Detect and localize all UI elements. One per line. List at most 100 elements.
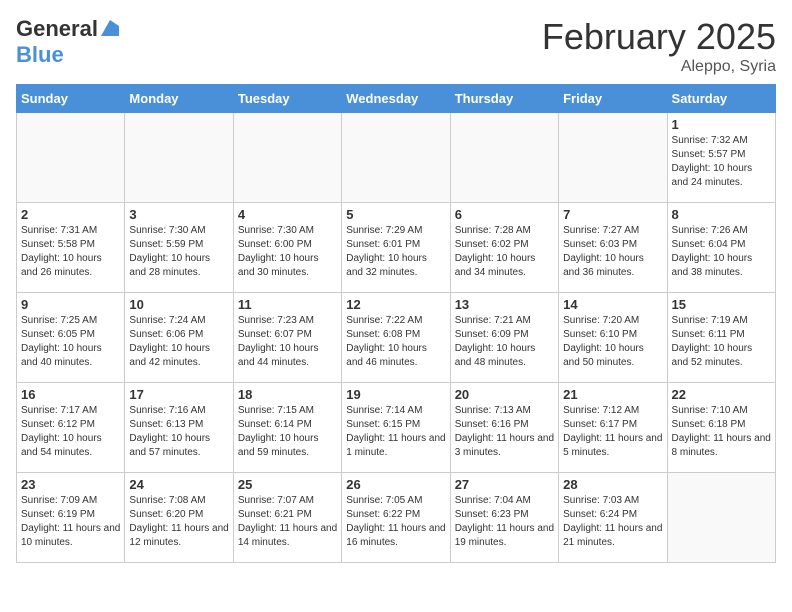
calendar-subtitle: Aleppo, Syria xyxy=(542,58,776,76)
day-info: Sunrise: 7:27 AM Sunset: 6:03 PM Dayligh… xyxy=(563,224,662,280)
logo-general-text: General xyxy=(16,16,98,42)
day-cell: 14 Sunrise: 7:20 AM Sunset: 6:10 PM Dayli… xyxy=(559,293,667,383)
day-cell: 18Sunrise: 7:15 AM Sunset: 6:14 PM Dayli… xyxy=(233,383,341,473)
column-header-wednesday: Wednesday xyxy=(342,85,450,113)
day-info: Sunrise: 7:13 AM Sunset: 6:16 PM Dayligh… xyxy=(455,404,554,460)
day-info: Sunrise: 7:17 AM Sunset: 6:12 PM Dayligh… xyxy=(21,404,120,460)
day-number: 2 xyxy=(21,207,120,222)
day-number: 8 xyxy=(672,207,771,222)
day-info: Sunrise: 7:31 AM Sunset: 5:58 PM Dayligh… xyxy=(21,224,120,280)
day-info: Sunrise: 7:09 AM Sunset: 6:19 PM Dayligh… xyxy=(21,494,120,550)
day-info: Sunrise: 7:07 AM Sunset: 6:21 PM Dayligh… xyxy=(238,494,337,550)
day-number: 6 xyxy=(455,207,554,222)
week-row-2: 2 Sunrise: 7:31 AM Sunset: 5:58 PM Daylig… xyxy=(17,203,776,293)
day-cell: 6 Sunrise: 7:28 AM Sunset: 6:02 PM Daylig… xyxy=(450,203,558,293)
day-cell: 22 Sunrise: 7:10 AM Sunset: 6:18 PM Dayli… xyxy=(667,383,775,473)
title-block: February 2025 Aleppo, Syria xyxy=(542,16,776,76)
day-cell xyxy=(342,113,450,203)
calendar-table: SundayMondayTuesdayWednesdayThursdayFrid… xyxy=(16,84,776,563)
day-info: Sunrise: 7:30 AM Sunset: 6:00 PM Dayligh… xyxy=(238,224,337,280)
day-cell: 2 Sunrise: 7:31 AM Sunset: 5:58 PM Daylig… xyxy=(17,203,125,293)
day-number: 25 xyxy=(238,477,337,492)
day-number: 3 xyxy=(129,207,228,222)
day-info: Sunrise: 7:14 AM Sunset: 6:15 PM Dayligh… xyxy=(346,404,445,460)
column-header-thursday: Thursday xyxy=(450,85,558,113)
logo-blue-text: Blue xyxy=(16,42,64,68)
day-cell: 8 Sunrise: 7:26 AM Sunset: 6:04 PM Daylig… xyxy=(667,203,775,293)
day-cell xyxy=(125,113,233,203)
day-number: 10 xyxy=(129,297,228,312)
day-cell: 19 Sunrise: 7:14 AM Sunset: 6:15 PM Dayli… xyxy=(342,383,450,473)
day-number: 27 xyxy=(455,477,554,492)
day-cell: 25 Sunrise: 7:07 AM Sunset: 6:21 PM Dayli… xyxy=(233,473,341,563)
day-info: Sunrise: 7:08 AM Sunset: 6:20 PM Dayligh… xyxy=(129,494,228,550)
day-cell: 26 Sunrise: 7:05 AM Sunset: 6:22 PM Dayli… xyxy=(342,473,450,563)
day-info: Sunrise: 7:26 AM Sunset: 6:04 PM Dayligh… xyxy=(672,224,771,280)
page-header: General Blue February 2025 Aleppo, Syria xyxy=(16,16,776,76)
day-number: 1 xyxy=(672,117,771,132)
day-cell: 15 Sunrise: 7:19 AM Sunset: 6:11 PM Dayli… xyxy=(667,293,775,383)
day-number: 11 xyxy=(238,297,337,312)
week-row-5: 23 Sunrise: 7:09 AM Sunset: 6:19 PM Dayli… xyxy=(17,473,776,563)
day-cell: 17 Sunrise: 7:16 AM Sunset: 6:13 PM Dayli… xyxy=(125,383,233,473)
logo-icon xyxy=(99,18,121,38)
day-number: 14 xyxy=(563,297,662,312)
day-info: Sunrise: 7:21 AM Sunset: 6:09 PM Dayligh… xyxy=(455,314,554,370)
day-cell: 9 Sunrise: 7:25 AM Sunset: 6:05 PM Daylig… xyxy=(17,293,125,383)
column-header-saturday: Saturday xyxy=(667,85,775,113)
day-number: 26 xyxy=(346,477,445,492)
day-info: Sunrise: 7:29 AM Sunset: 6:01 PM Dayligh… xyxy=(346,224,445,280)
day-info: Sunrise: 7:28 AM Sunset: 6:02 PM Dayligh… xyxy=(455,224,554,280)
day-cell xyxy=(17,113,125,203)
day-cell xyxy=(559,113,667,203)
day-number: 20 xyxy=(455,387,554,402)
column-header-sunday: Sunday xyxy=(17,85,125,113)
day-cell: 12Sunrise: 7:22 AM Sunset: 6:08 PM Dayli… xyxy=(342,293,450,383)
day-info: Sunrise: 7:16 AM Sunset: 6:13 PM Dayligh… xyxy=(129,404,228,460)
day-number: 24 xyxy=(129,477,228,492)
calendar-header-row: SundayMondayTuesdayWednesdayThursdayFrid… xyxy=(17,85,776,113)
day-cell: 27Sunrise: 7:04 AM Sunset: 6:23 PM Dayli… xyxy=(450,473,558,563)
day-info: Sunrise: 7:12 AM Sunset: 6:17 PM Dayligh… xyxy=(563,404,662,460)
week-row-1: 1 Sunrise: 7:32 AM Sunset: 5:57 PM Daylig… xyxy=(17,113,776,203)
day-number: 19 xyxy=(346,387,445,402)
column-header-tuesday: Tuesday xyxy=(233,85,341,113)
day-info: Sunrise: 7:10 AM Sunset: 6:18 PM Dayligh… xyxy=(672,404,771,460)
day-cell xyxy=(233,113,341,203)
day-number: 7 xyxy=(563,207,662,222)
day-cell: 10Sunrise: 7:24 AM Sunset: 6:06 PM Dayli… xyxy=(125,293,233,383)
day-number: 4 xyxy=(238,207,337,222)
day-cell: 21 Sunrise: 7:12 AM Sunset: 6:17 PM Dayli… xyxy=(559,383,667,473)
day-number: 16 xyxy=(21,387,120,402)
day-number: 5 xyxy=(346,207,445,222)
day-cell xyxy=(667,473,775,563)
day-info: Sunrise: 7:19 AM Sunset: 6:11 PM Dayligh… xyxy=(672,314,771,370)
column-header-monday: Monday xyxy=(125,85,233,113)
day-info: Sunrise: 7:03 AM Sunset: 6:24 PM Dayligh… xyxy=(563,494,662,550)
day-cell: 13 Sunrise: 7:21 AM Sunset: 6:09 PM Dayli… xyxy=(450,293,558,383)
day-info: Sunrise: 7:25 AM Sunset: 6:05 PM Dayligh… xyxy=(21,314,120,370)
day-cell: 5 Sunrise: 7:29 AM Sunset: 6:01 PM Daylig… xyxy=(342,203,450,293)
day-info: Sunrise: 7:30 AM Sunset: 5:59 PM Dayligh… xyxy=(129,224,228,280)
logo: General Blue xyxy=(16,16,121,68)
day-number: 17 xyxy=(129,387,228,402)
day-cell: 1 Sunrise: 7:32 AM Sunset: 5:57 PM Daylig… xyxy=(667,113,775,203)
day-info: Sunrise: 7:20 AM Sunset: 6:10 PM Dayligh… xyxy=(563,314,662,370)
week-row-4: 16 Sunrise: 7:17 AM Sunset: 6:12 PM Dayli… xyxy=(17,383,776,473)
day-number: 21 xyxy=(563,387,662,402)
day-cell: 7 Sunrise: 7:27 AM Sunset: 6:03 PM Daylig… xyxy=(559,203,667,293)
day-number: 9 xyxy=(21,297,120,312)
day-number: 22 xyxy=(672,387,771,402)
day-number: 23 xyxy=(21,477,120,492)
day-number: 12 xyxy=(346,297,445,312)
day-number: 18 xyxy=(238,387,337,402)
day-number: 13 xyxy=(455,297,554,312)
day-cell: 24 Sunrise: 7:08 AM Sunset: 6:20 PM Dayli… xyxy=(125,473,233,563)
day-cell: 4 Sunrise: 7:30 AM Sunset: 6:00 PM Daylig… xyxy=(233,203,341,293)
day-cell: 3 Sunrise: 7:30 AM Sunset: 5:59 PM Daylig… xyxy=(125,203,233,293)
day-cell: 23 Sunrise: 7:09 AM Sunset: 6:19 PM Dayli… xyxy=(17,473,125,563)
day-info: Sunrise: 7:05 AM Sunset: 6:22 PM Dayligh… xyxy=(346,494,445,550)
day-number: 15 xyxy=(672,297,771,312)
day-info: Sunrise: 7:32 AM Sunset: 5:57 PM Dayligh… xyxy=(672,134,771,190)
day-number: 28 xyxy=(563,477,662,492)
